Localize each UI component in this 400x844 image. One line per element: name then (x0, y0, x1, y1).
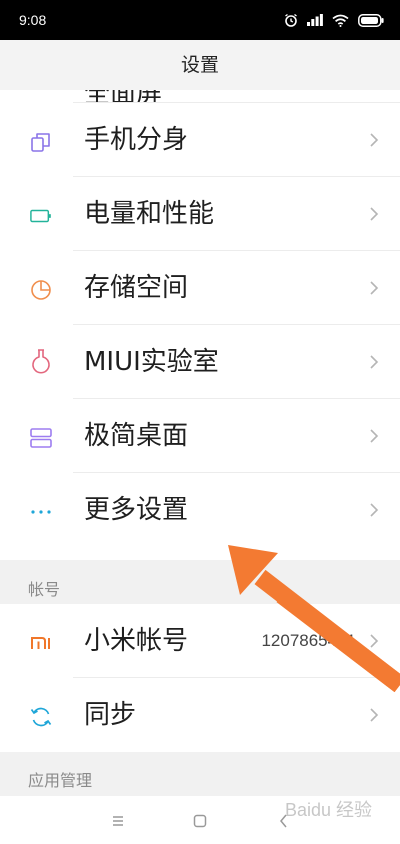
list-item-battery-performance[interactable]: 电量和性能 (0, 177, 400, 251)
chevron-right-icon (370, 355, 379, 369)
clone-icon (31, 133, 50, 152)
chevron-right-icon (370, 207, 379, 221)
home-nav-icon[interactable] (189, 810, 211, 832)
battery-icon (30, 209, 51, 223)
page-title: 设置 (0, 40, 400, 90)
list-item-label: 极简桌面 (84, 421, 189, 451)
status-bar: 9:08 (0, 0, 400, 40)
alarm-icon (285, 13, 297, 27)
sync-icon (30, 707, 52, 727)
status-icons (284, 10, 384, 30)
list-item-label: 电量和性能 (84, 199, 215, 229)
section-header-app-management: 应用管理 (28, 771, 93, 790)
list-item-partial[interactable]: 全面屏 (0, 90, 400, 102)
settings-list: 全面屏 手机分身 电量和性能 存储空间 MIUI实验室 (0, 90, 400, 560)
simple-desktop-icon (30, 428, 52, 448)
wifi-icon (332, 14, 349, 27)
battery-status-icon (358, 13, 384, 27)
chevron-right-icon (370, 281, 379, 295)
chevron-right-icon (370, 133, 379, 147)
list-item-label: 存储空间 (84, 273, 189, 303)
more-dots-icon (31, 510, 51, 514)
status-time: 9:08 (19, 12, 47, 28)
chevron-right-icon (370, 708, 379, 722)
chevron-right-icon (370, 503, 379, 517)
mi-logo-icon (31, 637, 50, 649)
signal-icon (307, 14, 323, 26)
list-item-label: 小米帐号 (84, 626, 189, 656)
list-item-storage[interactable]: 存储空间 (0, 251, 400, 325)
storage-pie-icon (31, 280, 51, 300)
chevron-right-icon (370, 429, 379, 443)
flask-icon (32, 349, 50, 374)
menu-nav-icon[interactable] (107, 810, 129, 832)
list-item-label: 同步 (84, 700, 137, 730)
baidu-watermark: Baidu 经验 (252, 788, 372, 828)
section-header-account: 帐号 (28, 580, 61, 599)
list-item-label: 手机分身 (84, 125, 189, 155)
list-item-label: 更多设置 (84, 495, 189, 525)
list-item-simple-desktop[interactable]: 极简桌面 (0, 399, 400, 473)
annotation-arrow (228, 545, 400, 693)
watermark-text: Baidu 经验 (284, 800, 372, 820)
list-item-label: MIUI实验室 (84, 347, 219, 377)
list-item-partial-label: 全面屏 (84, 90, 162, 102)
list-item-phone-clone[interactable]: 手机分身 (0, 103, 400, 177)
list-item-miui-lab[interactable]: MIUI实验室 (0, 325, 400, 399)
